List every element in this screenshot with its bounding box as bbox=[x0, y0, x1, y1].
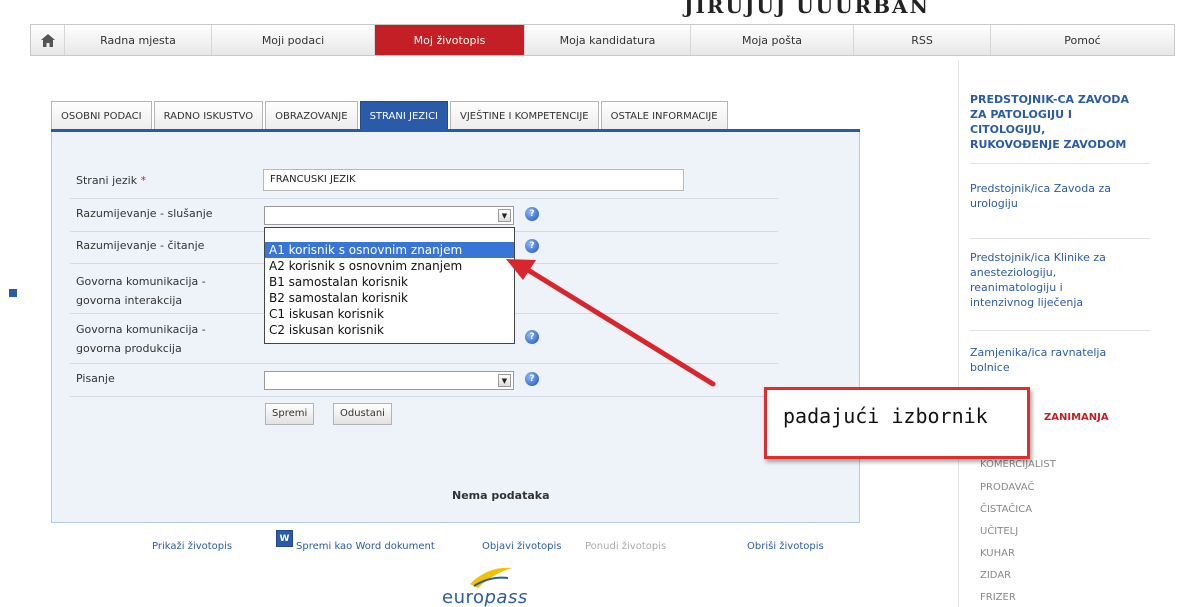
annotation-callout: padajući izbornik bbox=[764, 387, 1030, 459]
annotation-arrow bbox=[506, 259, 716, 387]
annotation-text: padajući izbornik bbox=[783, 404, 988, 428]
